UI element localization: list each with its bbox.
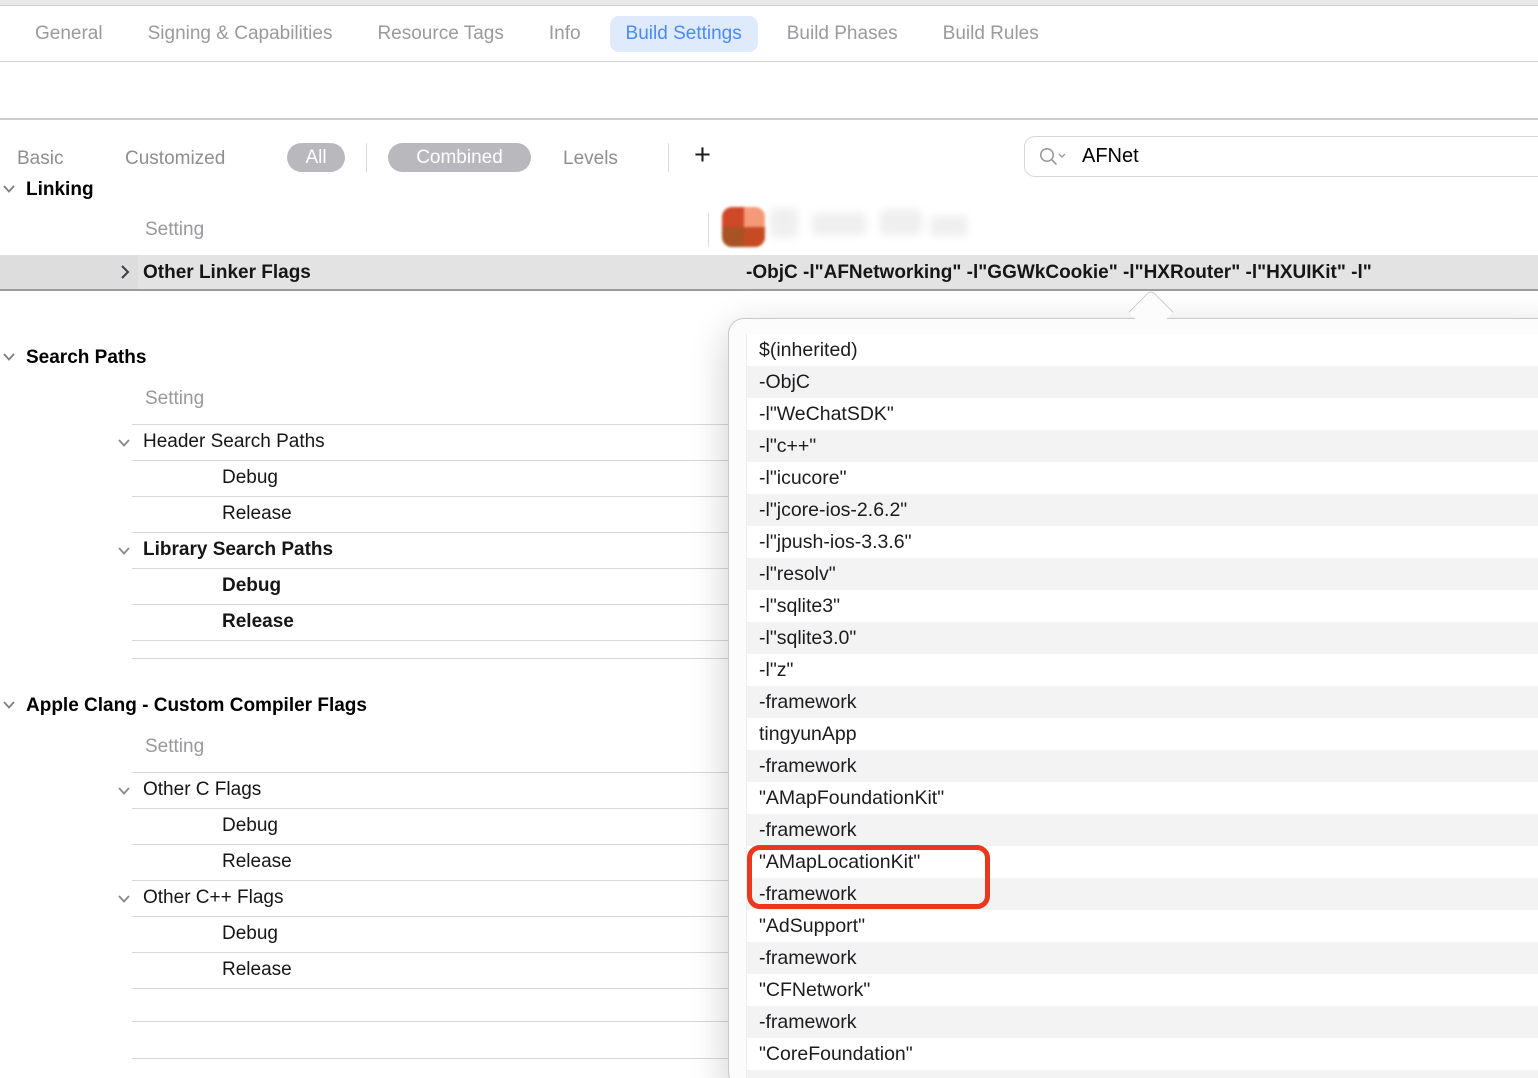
column-header-setting: Setting <box>145 736 205 757</box>
row-divider <box>132 640 728 641</box>
config-row[interactable]: Release <box>222 952 292 988</box>
linker-flag-item[interactable]: -l"WeChatSDK" <box>747 398 1538 430</box>
scope-all-pill[interactable]: All <box>287 143 345 172</box>
linker-flag-item[interactable]: -framework <box>747 814 1538 846</box>
chevron-down-icon[interactable] <box>117 786 131 796</box>
tab-info[interactable]: Info <box>533 16 597 52</box>
linker-flag-item[interactable]: -l"jpush-ios-3.3.6" <box>747 526 1538 558</box>
annotation-red-box <box>747 845 990 909</box>
linker-flag-item[interactable]: -framework <box>747 942 1538 974</box>
row-divider <box>132 658 728 659</box>
linker-flag-item[interactable]: -l"z" <box>747 654 1538 686</box>
config-row[interactable]: Debug <box>222 568 281 604</box>
linker-flag-item[interactable]: "AdSupport" <box>747 910 1538 942</box>
config-row[interactable]: Debug <box>222 808 278 844</box>
chevron-down-icon[interactable] <box>2 700 16 710</box>
search-input[interactable] <box>1082 145 1382 168</box>
filter-divider <box>366 143 367 172</box>
linker-flag-item[interactable]: -l"sqlite3.0" <box>747 622 1538 654</box>
linker-flag-item[interactable]: "CoreFoundation" <box>747 1038 1538 1070</box>
chevron-down-icon[interactable] <box>117 546 131 556</box>
linker-flag-item[interactable]: -l"icucore" <box>747 462 1538 494</box>
scope-customized[interactable]: Customized <box>125 148 225 170</box>
tab-general[interactable]: General <box>19 16 119 52</box>
linker-flag-item[interactable]: -l"c++" <box>747 430 1538 462</box>
setting-name: Other Linker Flags <box>143 262 311 283</box>
linker-flag-item[interactable]: "AMapFoundationKit" <box>747 782 1538 814</box>
tab-build-settings[interactable]: Build Settings <box>609 16 758 52</box>
linker-flag-item[interactable]: -ObjC <box>747 366 1538 398</box>
xcode-build-settings-window: General Signing & Capabilities Resource Ta… <box>0 0 1538 1078</box>
project-editor-tab-bar: General Signing & Capabilities Resource Ta… <box>0 7 1538 62</box>
blurred-text-smudge <box>930 216 968 236</box>
linker-flag-item[interactable]: -framework <box>747 686 1538 718</box>
section-title-compiler-flags: Apple Clang - Custom Compiler Flags <box>26 695 367 716</box>
linker-flags-list: $(inherited) -ObjC -l"WeChatSDK" -l"c++" -l"… <box>746 334 1538 1078</box>
linker-flag-item[interactable]: -framework <box>747 750 1538 782</box>
setting-value[interactable]: -ObjC -l"AFNetworking" -l"GGWkCookie" -l… <box>746 255 1372 291</box>
row-left-shade <box>0 255 138 289</box>
config-row[interactable]: Release <box>222 496 292 532</box>
setting-row[interactable]: Header Search Paths <box>143 424 325 460</box>
tab-resource-tags[interactable]: Resource Tags <box>361 16 519 52</box>
linker-flag-item[interactable]: tingyunApp <box>747 718 1538 750</box>
tab-signing-capabilities[interactable]: Signing & Capabilities <box>132 16 349 52</box>
section-title-linking: Linking <box>26 179 94 200</box>
linker-flag-item[interactable]: $(inherited) <box>747 334 1538 366</box>
row-divider <box>132 988 728 989</box>
linker-flag-item[interactable]: -framework <box>747 1006 1538 1038</box>
setting-row[interactable]: Other C++ Flags <box>143 880 283 916</box>
blurred-text-smudge <box>770 208 798 238</box>
blurred-text-smudge <box>812 213 866 235</box>
build-settings-filter-bar: Basic Customized All Combined Levels + <box>0 63 1538 177</box>
chevron-down-icon[interactable] <box>2 184 16 194</box>
search-field[interactable] <box>1024 136 1538 177</box>
tab-build-phases[interactable]: Build Phases <box>771 16 914 52</box>
search-icon <box>1040 147 1066 165</box>
section-title-search-paths: Search Paths <box>26 347 147 368</box>
filter-divider <box>668 143 669 172</box>
config-row[interactable]: Release <box>222 604 294 640</box>
blurred-app-icon <box>722 207 765 247</box>
row-divider <box>132 1021 728 1022</box>
column-separator <box>708 213 709 247</box>
chevron-down-icon[interactable] <box>117 438 131 448</box>
linker-flag-item[interactable]: -framework <box>747 1070 1538 1078</box>
window-top-strip <box>0 0 1538 6</box>
config-row[interactable]: Debug <box>222 460 278 496</box>
chevron-down-icon[interactable] <box>2 352 16 362</box>
column-header-setting: Setting <box>145 219 205 240</box>
config-row[interactable]: Release <box>222 844 292 880</box>
linker-flag-item[interactable]: -l"sqlite3" <box>747 590 1538 622</box>
add-build-setting-button[interactable]: + <box>694 139 711 172</box>
tab-build-rules[interactable]: Build Rules <box>927 16 1055 52</box>
row-divider <box>132 1058 728 1059</box>
linker-flag-item[interactable]: -l"resolv" <box>747 558 1538 590</box>
chevron-down-icon[interactable] <box>117 894 131 904</box>
blurred-text-smudge <box>880 209 922 235</box>
view-levels[interactable]: Levels <box>563 148 618 170</box>
chevron-right-icon[interactable] <box>120 264 130 280</box>
setting-row[interactable]: Other C Flags <box>143 772 261 808</box>
column-header-setting: Setting <box>145 388 205 409</box>
setting-row[interactable]: Library Search Paths <box>143 532 333 568</box>
view-combined-pill[interactable]: Combined <box>388 143 531 172</box>
linker-flag-item[interactable]: -l"jcore-ios-2.6.2" <box>747 494 1538 526</box>
scope-basic[interactable]: Basic <box>17 148 63 170</box>
config-row[interactable]: Debug <box>222 916 278 952</box>
linker-flag-item[interactable]: "CFNetwork" <box>747 974 1538 1006</box>
